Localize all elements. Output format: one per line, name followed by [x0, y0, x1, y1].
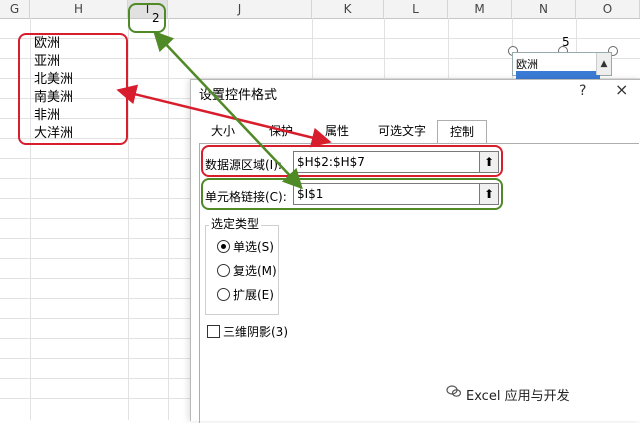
list-box-item[interactable]: 欧洲 — [516, 56, 538, 72]
tab-properties[interactable]: 属性 — [317, 120, 357, 142]
column-header-g[interactable]: G — [0, 0, 30, 18]
tab-alt-text[interactable]: 可选文字 — [371, 120, 433, 142]
link-cell-highlight — [128, 3, 166, 33]
column-header-k[interactable]: K — [312, 0, 384, 18]
column-header-h[interactable]: H — [30, 0, 128, 18]
3d-shading-label[interactable]: 三维阴影(3) — [223, 323, 288, 340]
list-values-highlight — [18, 33, 128, 145]
radio-extend-label[interactable]: 扩展(E) — [233, 286, 274, 303]
radio-multi[interactable] — [217, 264, 230, 277]
column-header-n[interactable]: N — [512, 0, 576, 18]
radio-extend[interactable] — [217, 288, 230, 301]
tab-control[interactable]: 控制 — [437, 120, 487, 144]
input-range-highlight — [201, 145, 503, 177]
radio-multi-label[interactable]: 复选(M) — [233, 262, 277, 279]
dialog-title: 设置控件格式 — [199, 88, 278, 103]
selection-type-title: 选定类型 — [209, 215, 262, 232]
cell-link-highlight — [201, 178, 503, 210]
list-box-scroll-up-icon[interactable]: ▲ — [596, 53, 611, 75]
column-header-m[interactable]: M — [448, 0, 512, 18]
wechat-logo-icon — [446, 383, 462, 399]
close-icon[interactable]: × — [615, 80, 628, 99]
radio-single-label[interactable]: 单选(S) — [233, 238, 274, 255]
tab-protection[interactable]: 保护 — [261, 120, 301, 142]
help-icon[interactable]: ? — [579, 83, 586, 99]
column-header-l[interactable]: L — [384, 0, 448, 18]
column-header-o[interactable]: O — [576, 0, 640, 18]
column-header-bar: G H I J K L M N O — [0, 0, 640, 19]
column-header-j[interactable]: J — [168, 0, 312, 18]
watermark-text: Excel 应用与开发 — [466, 389, 570, 404]
format-control-dialog: 设置控件格式 ? × 大小 保护 属性 可选文字 控制 数据源区域(I): $H… — [190, 79, 640, 423]
tab-size[interactable]: 大小 — [203, 120, 243, 142]
3d-shading-checkbox[interactable] — [207, 325, 220, 338]
radio-single[interactable] — [217, 240, 230, 253]
list-box-control[interactable]: 欧洲 ▲ — [512, 52, 612, 79]
list-box-selected-item[interactable] — [516, 71, 600, 79]
